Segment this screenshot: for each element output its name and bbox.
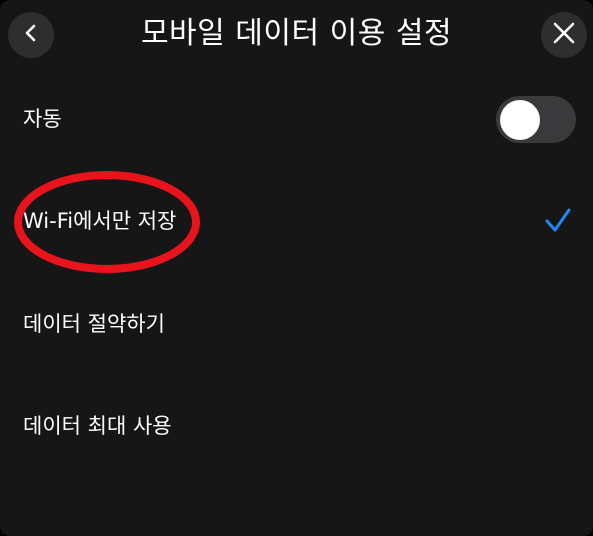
chevron-left-icon (21, 23, 41, 47)
option-data-saver[interactable]: 데이터 절약하기 (0, 284, 593, 364)
close-icon (553, 22, 575, 48)
close-button[interactable] (541, 12, 587, 58)
header: 모바일 데이터 이용 설정 (0, 0, 593, 72)
toggle-knob (500, 99, 540, 140)
option-max-data-label: 데이터 최대 사용 (23, 414, 172, 438)
page-title: 모바일 데이터 이용 설정 (140, 16, 453, 51)
option-wifi-only-label: Wi-Fi에서만 저장 (23, 209, 177, 233)
option-max-data[interactable]: 데이터 최대 사용 (0, 386, 593, 466)
option-data-saver-label: 데이터 절약하기 (23, 312, 165, 336)
checkmark-icon (544, 206, 572, 234)
back-button[interactable] (8, 12, 54, 58)
setting-auto-label: 자동 (23, 107, 62, 131)
option-wifi-only[interactable]: Wi-Fi에서만 저장 (0, 180, 593, 260)
mobile-data-settings-screen: 모바일 데이터 이용 설정 자동 Wi-Fi에서만 저장 데이터 절약하기 데이… (0, 0, 593, 536)
auto-toggle[interactable] (496, 96, 576, 143)
